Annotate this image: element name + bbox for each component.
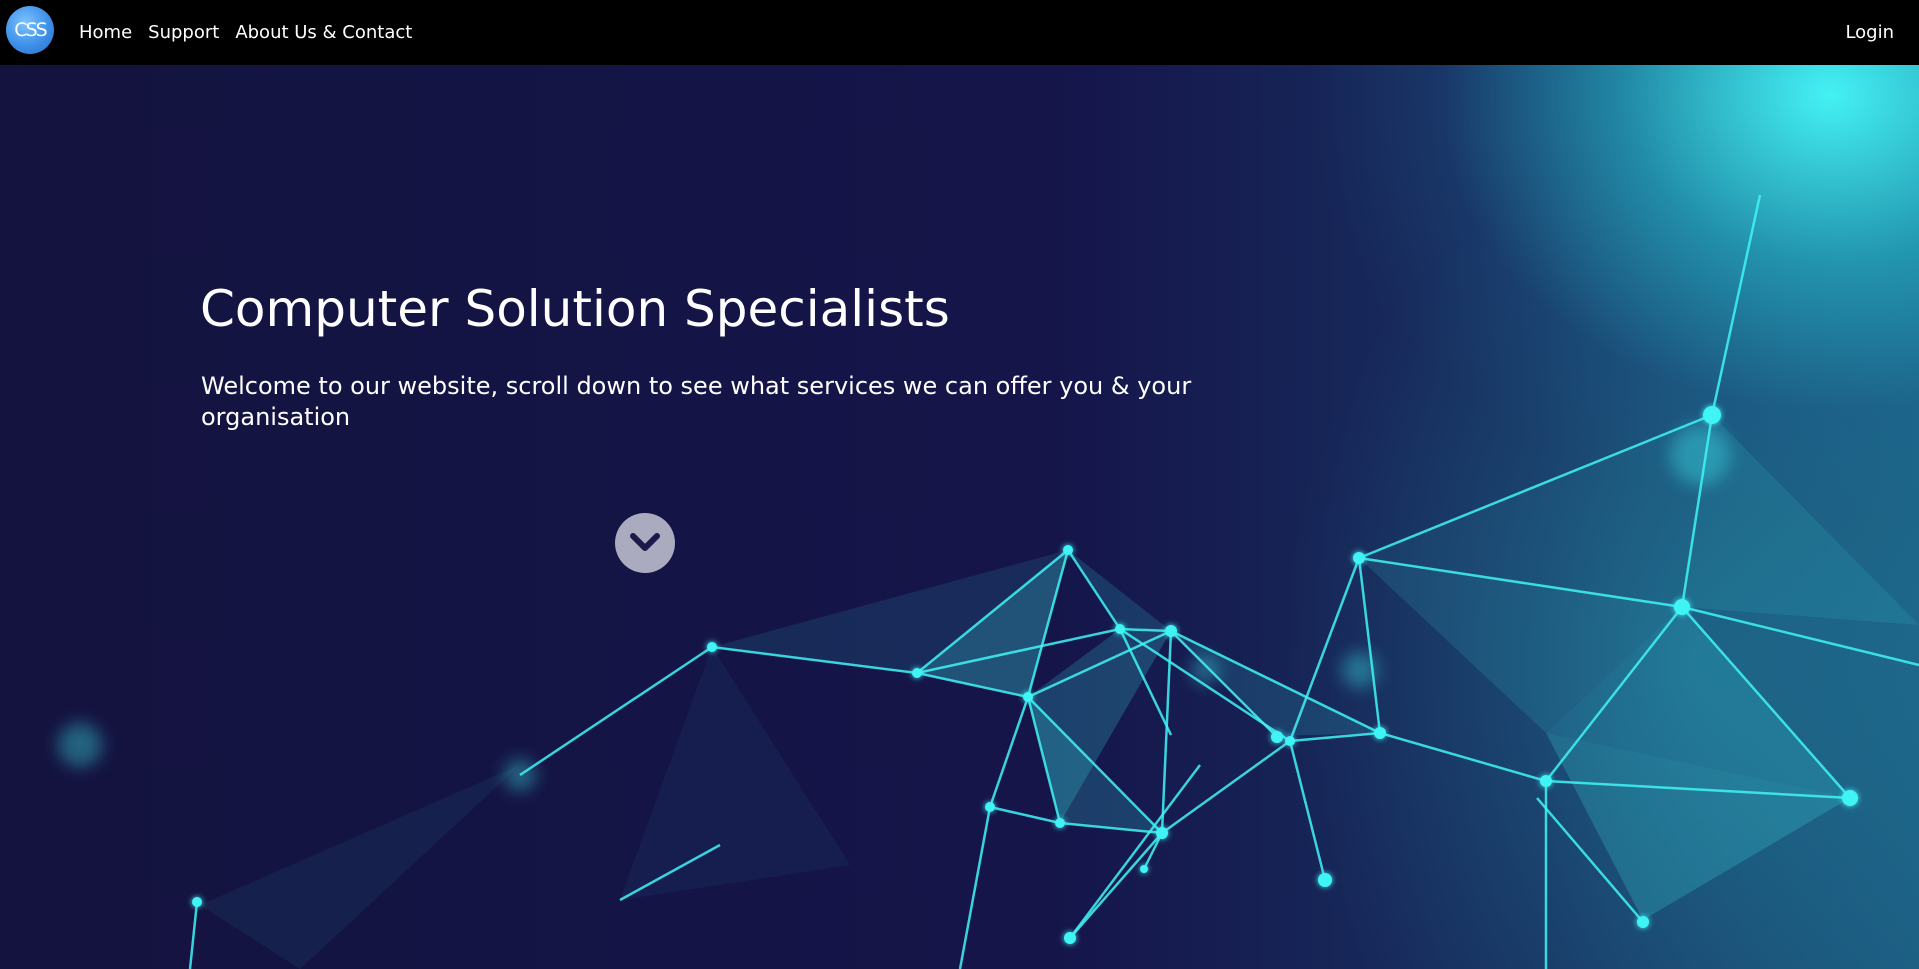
nav-link-about-contact[interactable]: About Us & Contact <box>235 22 412 43</box>
network-background-graphic <box>58 194 1919 969</box>
nav-links: Home Support About Us & Contact <box>79 0 412 65</box>
login-link[interactable]: Login <box>1845 0 1894 65</box>
scroll-down-button[interactable] <box>615 513 675 573</box>
logo-text: CSS <box>14 19 47 41</box>
css-logo-icon[interactable]: CSS <box>6 6 54 54</box>
hero-section: Computer Solution Specialists Welcome to… <box>0 65 1919 969</box>
chevron-down-icon <box>630 533 660 551</box>
hero-title: Computer Solution Specialists <box>200 280 950 338</box>
hero-subtitle: Welcome to our website, scroll down to s… <box>201 372 1192 431</box>
top-navbar: CSS Home Support About Us & Contact Logi… <box>0 0 1919 65</box>
nav-link-home[interactable]: Home <box>79 22 132 43</box>
nav-link-support[interactable]: Support <box>148 22 219 43</box>
